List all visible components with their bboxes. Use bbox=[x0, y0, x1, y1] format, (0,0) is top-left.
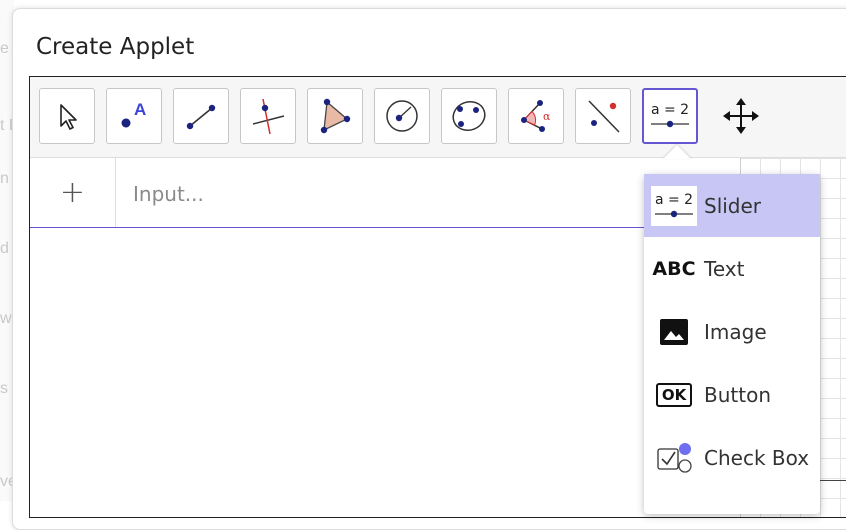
algebra-input-row: + bbox=[30, 158, 646, 228]
menu-item-text[interactable]: ABC Text bbox=[644, 237, 820, 300]
algebra-input-field[interactable] bbox=[131, 181, 615, 207]
tool-segment[interactable] bbox=[173, 88, 229, 144]
slider-icon: a = 2 bbox=[644, 185, 704, 226]
button-ok-icon: OK bbox=[644, 382, 704, 407]
menu-item-label: Slider bbox=[704, 193, 762, 218]
menu-item-slider[interactable]: a = 2 Slider bbox=[644, 174, 820, 237]
image-icon bbox=[644, 318, 704, 346]
menu-item-image[interactable]: Image bbox=[644, 300, 820, 363]
tool-perpendicular-line[interactable] bbox=[240, 88, 296, 144]
pointer-arrow-icon bbox=[60, 104, 77, 130]
toolbar: A α a = 2 bbox=[30, 77, 846, 158]
background-text: e bbox=[0, 40, 9, 57]
add-item-button[interactable]: + bbox=[30, 158, 116, 227]
slider-icon-glyph: a = 2 bbox=[651, 102, 689, 118]
circle-three-points-icon bbox=[452, 101, 486, 131]
background-text: n bbox=[0, 170, 9, 187]
tool-move[interactable] bbox=[39, 88, 95, 144]
tool-point[interactable]: A bbox=[106, 88, 162, 144]
point-icon: A bbox=[121, 100, 146, 128]
button-ok-icon-glyph: OK bbox=[655, 382, 693, 407]
text-abc-icon: ABC bbox=[644, 258, 704, 280]
menu-item-button[interactable]: OK Button bbox=[644, 363, 820, 426]
perpendicular-line-icon bbox=[252, 98, 285, 135]
tool-circle-center-point[interactable] bbox=[374, 88, 430, 144]
checkbox-icon bbox=[644, 438, 704, 478]
segment-icon bbox=[186, 104, 216, 130]
background-text: w bbox=[0, 310, 12, 327]
tool-circle-three-points[interactable] bbox=[441, 88, 497, 144]
menu-item-label: Text bbox=[704, 256, 745, 281]
popup-caret bbox=[663, 145, 691, 159]
dialog-title: Create Applet bbox=[36, 34, 195, 60]
algebra-view: + bbox=[30, 158, 646, 517]
tool-polygon[interactable] bbox=[307, 88, 363, 144]
tool-popup-menu: a = 2 Slider ABC Text Image OK Button Ch… bbox=[644, 174, 820, 514]
tool-move-graphics-view[interactable] bbox=[713, 88, 769, 144]
background-text: s bbox=[0, 380, 8, 397]
text-abc-icon-glyph: ABC bbox=[652, 257, 696, 280]
menu-item-label: Check Box bbox=[704, 445, 810, 470]
slider-icon-text: a = 2 bbox=[655, 192, 693, 208]
slider-icon: a = 2 bbox=[651, 102, 689, 128]
plus-icon: + bbox=[59, 175, 86, 210]
tool-reflect-about-line[interactable] bbox=[575, 88, 631, 144]
tool-slider[interactable]: a = 2 bbox=[642, 88, 698, 144]
background-text: d bbox=[0, 240, 9, 257]
polygon-icon bbox=[320, 98, 351, 134]
menu-item-label: Image bbox=[704, 319, 767, 344]
menu-item-check-box[interactable]: Check Box bbox=[644, 426, 820, 489]
circle-center-point-icon bbox=[386, 100, 418, 132]
angle-icon-glyph: α bbox=[543, 110, 551, 123]
angle-icon: α bbox=[521, 100, 551, 132]
reflect-about-line-icon bbox=[588, 100, 620, 133]
move-graphics-icon bbox=[723, 98, 759, 134]
menu-item-label: Button bbox=[704, 382, 771, 407]
point-icon-glyph: A bbox=[134, 100, 146, 119]
tool-angle[interactable]: α bbox=[508, 88, 564, 144]
